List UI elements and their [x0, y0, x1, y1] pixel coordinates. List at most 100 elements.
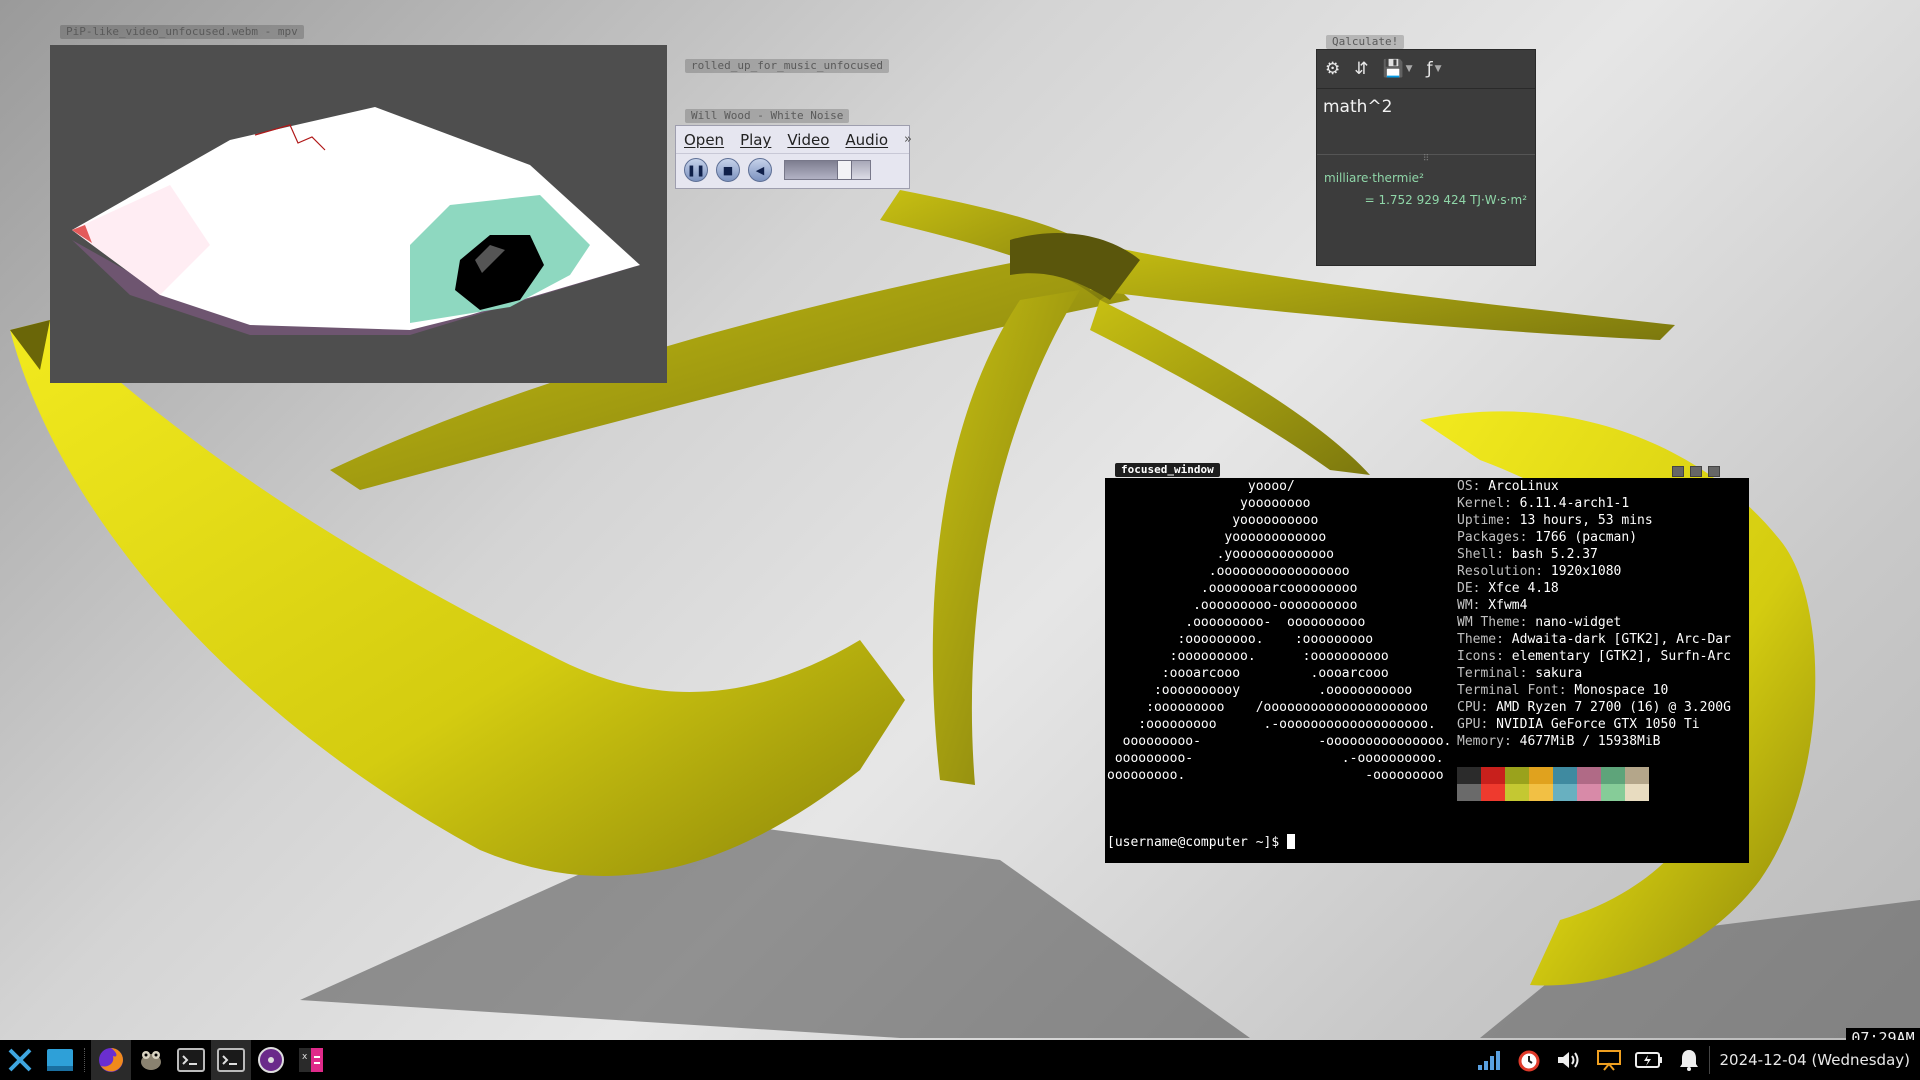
whisker-menu-button[interactable] [0, 1040, 40, 1080]
volume-slider-fill [785, 161, 837, 179]
palette-swatch [1625, 784, 1649, 801]
mpv-window-title[interactable]: PiP-like_video_unfocused.webm - mpv [60, 25, 304, 39]
video-frame-eye [72, 107, 640, 335]
mpv-video-window[interactable] [50, 45, 667, 383]
taskbar-gimp[interactable] [131, 1040, 171, 1080]
palette-swatch [1457, 784, 1481, 801]
neofetch-ascii-logo: yoooo/ yoooooooo yoooooooooo yoooooooooo… [1107, 479, 1452, 783]
close-button[interactable] [1708, 466, 1720, 477]
qalculate-window-title[interactable]: Qalculate! [1326, 35, 1405, 49]
info-line: Icons: elementary [GTK2], Surfn-Arc [1457, 648, 1731, 665]
network-button[interactable] [1469, 1040, 1509, 1080]
chevron-down-icon[interactable]: ▼ [1406, 64, 1413, 74]
shell-prompt[interactable]: [username@computer ~]$ [1107, 834, 1296, 851]
settings-sliders-icon[interactable]: ⚙ [1325, 59, 1340, 79]
info-line: OS: ArcoLinux [1457, 478, 1731, 495]
text-cursor [1287, 834, 1296, 849]
taskbar-qalculate[interactable]: x [291, 1040, 331, 1080]
info-line: WM Theme: nano-widget [1457, 614, 1731, 631]
palette-swatch [1625, 767, 1649, 784]
info-value: 6.11.4-arch1-1 [1511, 496, 1630, 511]
info-key: GPU: [1457, 717, 1489, 732]
qalculate-icon: x [299, 1048, 323, 1072]
presentation-icon [1596, 1050, 1621, 1071]
chevron-down-icon[interactable]: ▼ [1435, 64, 1442, 74]
info-value: 1920x1080 [1543, 564, 1622, 579]
convert-units-icon[interactable]: ⇵ [1354, 59, 1368, 79]
info-key: Terminal: [1457, 666, 1528, 681]
menu-play[interactable]: Play [740, 131, 771, 149]
previous-button[interactable]: ◀ [748, 158, 772, 182]
notifications-button[interactable] [1669, 1040, 1709, 1080]
show-desktop-button[interactable] [40, 1040, 80, 1080]
resize-grip[interactable]: ⠿ [1317, 155, 1535, 164]
firefox-icon [99, 1048, 123, 1072]
info-value: NVIDIA GeForce GTX 1050 Ti [1488, 717, 1700, 732]
palette-swatch [1481, 784, 1505, 801]
alarm-button[interactable] [1509, 1040, 1549, 1080]
pause-icon: ❚❚ [686, 163, 706, 177]
palette-swatch [1577, 784, 1601, 801]
info-key: Terminal Font: [1457, 683, 1567, 698]
info-value: Adwaita-dark [GTK2], Arc-Dar [1503, 632, 1731, 647]
menu-overflow-button[interactable]: » [904, 132, 912, 147]
music-player-window[interactable]: Open Play Video Audio » ❚❚ ■ ◀ [675, 125, 912, 189]
info-line: WM: Xfwm4 [1457, 597, 1731, 614]
gimp-icon [141, 1051, 161, 1070]
terminal-window[interactable]: yoooo/ yoooooooo yoooooooooo yoooooooooo… [1105, 478, 1749, 863]
info-value: bash 5.2.37 [1503, 547, 1598, 562]
minimize-button[interactable] [1672, 466, 1684, 477]
palette-swatch [1505, 767, 1529, 784]
palette-swatch [1529, 784, 1553, 801]
info-line: Uptime: 13 hours, 53 mins [1457, 512, 1731, 529]
qalculate-toolbar: ⚙ ⇵ 💾 ▼ ƒ ▼ [1317, 50, 1535, 89]
music-window-title[interactable]: Will Wood - White Noise [685, 109, 850, 123]
expression-input[interactable]: math^2 [1317, 89, 1535, 155]
show-desktop-icon [47, 1049, 73, 1071]
terminal-window-title[interactable]: focused_window [1115, 463, 1220, 477]
pause-button[interactable]: ❚❚ [684, 158, 708, 182]
info-line: Terminal: sakura [1457, 665, 1731, 682]
previous-icon: ◀ [755, 163, 765, 177]
parsed-expression: milliare·thermie² [1324, 171, 1424, 185]
palette-swatch [1457, 767, 1481, 784]
taskbar-terminal-1[interactable] [171, 1040, 211, 1080]
menu-audio[interactable]: Audio [845, 131, 888, 149]
volume-slider-thumb[interactable] [837, 160, 852, 180]
functions-icon[interactable]: ƒ [1427, 59, 1433, 79]
info-value: 4677MiB / 15938MiB [1511, 734, 1661, 749]
battery-button[interactable] [1629, 1040, 1669, 1080]
info-key: WM Theme: [1457, 615, 1528, 630]
stop-button[interactable]: ■ [716, 158, 740, 182]
system-tray: 2024-12-04 (Wednesday) [1469, 1040, 1920, 1080]
notification-bell-icon [1679, 1050, 1698, 1071]
qalculate-window[interactable]: ⚙ ⇵ 💾 ▼ ƒ ▼ math^2 ⠿ milliare·thermie² =… [1316, 49, 1536, 266]
palette-swatch [1553, 767, 1577, 784]
info-key: Resolution: [1457, 564, 1544, 579]
info-key: OS: [1457, 479, 1481, 494]
taskbar-firefox[interactable] [91, 1040, 131, 1080]
network-signal-icon [1477, 1051, 1500, 1070]
alarm-clock-icon [1518, 1050, 1539, 1072]
volume-button[interactable] [1549, 1040, 1589, 1080]
save-icon[interactable]: 💾 [1383, 59, 1404, 79]
terminal-icon [217, 1048, 245, 1072]
media-player-icon [258, 1047, 284, 1073]
menu-open[interactable]: Open [684, 131, 724, 149]
result-value: = 1.752 929 424 TJ·W·s·m² [1364, 193, 1527, 207]
taskbar-date[interactable]: 2024-12-04 (Wednesday) [1708, 1046, 1920, 1074]
info-line: GPU: NVIDIA GeForce GTX 1050 Ti [1457, 716, 1731, 733]
info-line: Terminal Font: Monospace 10 [1457, 682, 1731, 699]
color-palette [1457, 767, 1649, 801]
volume-slider[interactable] [784, 160, 871, 180]
maximize-button[interactable] [1690, 466, 1702, 477]
menu-video[interactable]: Video [787, 131, 829, 149]
rolled-up-window-title[interactable]: rolled_up_for_music_unfocused [685, 59, 890, 73]
info-value: nano-widget [1527, 615, 1622, 630]
svg-text:x: x [302, 1052, 308, 1062]
terminal-icon [177, 1048, 205, 1072]
presentation-mode-button[interactable] [1589, 1040, 1629, 1080]
taskbar-media-player[interactable] [251, 1040, 291, 1080]
taskbar-terminal-2[interactable] [211, 1040, 251, 1080]
music-menubar: Open Play Video Audio » [676, 126, 912, 153]
